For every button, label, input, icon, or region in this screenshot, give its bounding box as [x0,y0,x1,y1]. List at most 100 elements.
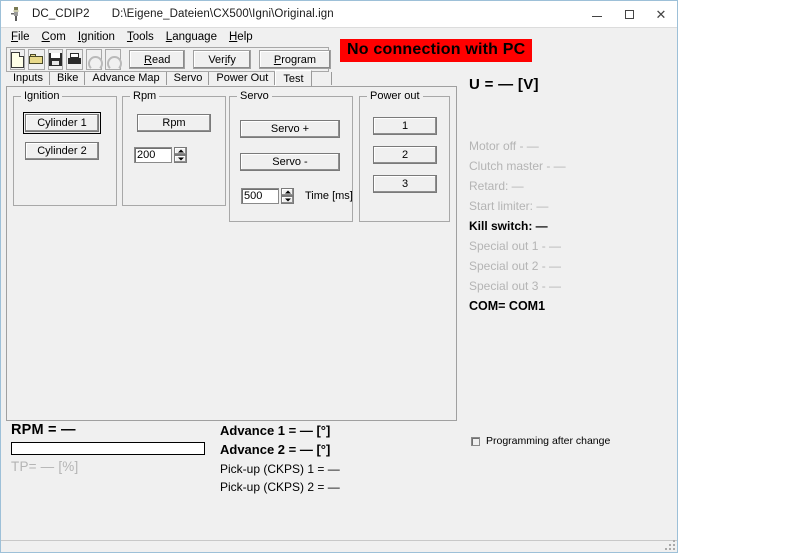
print-icon [67,53,82,66]
read-button[interactable]: Read [129,50,186,69]
menu-tools[interactable]: Tools [121,30,160,44]
status-retard: Retard: — [469,179,524,193]
close-button[interactable]: ✕ [645,1,677,27]
tab-bike[interactable]: Bike [50,71,86,86]
open-folder-icon [29,54,44,65]
rpm-progress-bar [11,442,205,455]
power-out-1-button[interactable]: 1 [373,117,437,135]
open-file-button[interactable] [28,49,45,70]
status-special-out-2: Special out 2 - — [469,259,562,273]
pickup-2-readout: Pick-up (CKPS) 2 = — [220,480,340,494]
minimize-icon [592,16,602,17]
minimize-button[interactable] [581,1,613,27]
rpm-group-title: Rpm [130,90,160,102]
save-file-button[interactable] [48,49,63,70]
tab-inputs[interactable]: Inputs [6,71,50,86]
status-special-out-1: Special out 1 - — [469,239,562,253]
pickup-1-readout: Pick-up (CKPS) 1 = — [220,462,340,476]
advance-1-readout: Advance 1 = — [°] [220,423,331,438]
tab-servo[interactable]: Servo [167,71,210,86]
programming-after-change-checkbox[interactable]: Programming after change [471,435,610,447]
undo-icon [87,54,103,71]
rpm-readout-label: RPM = — [11,422,76,438]
status-kill-switch: Kill switch: — [469,219,548,233]
chevron-down-icon [284,198,291,202]
window-file-path: D:\Eigene_Dateien\CX500\Igni\Original.ig… [111,8,334,20]
menu-file[interactable]: File [5,30,36,44]
ignition-group: Ignition Cylinder 1 Cylinder 2 [13,90,117,206]
servo-time-spinner-buttons[interactable] [281,188,294,204]
status-column: U = — [V] Motor off - — Clutch master - … [469,76,669,313]
rpm-spinner-buttons[interactable] [174,147,187,163]
rpm-spinner-down[interactable] [174,155,187,163]
new-file-button[interactable] [10,49,25,70]
servo-time-spinner-up[interactable] [281,188,294,196]
client-bottom-divider [1,540,677,541]
voltage-readout: U = — [V] [469,76,539,93]
menu-help[interactable]: Help [223,30,259,44]
tab-power-out[interactable]: Power Out [209,71,276,86]
new-file-icon [11,51,24,68]
redo-button [105,49,121,70]
checkbox-label: Programming after change [486,435,611,447]
servo-time-stepper[interactable]: 500 [241,188,297,204]
status-com-port: COM= COM1 [469,299,546,313]
servo-time-label: Time [ms] [305,190,353,202]
maximize-button[interactable] [613,1,645,27]
title-bar: DC_CDIP2 D:\Eigene_Dateien\CX500\Igni\Or… [1,1,677,28]
status-spacer [469,93,669,133]
chevron-up-icon [284,190,291,194]
tab-test[interactable]: Test [275,70,312,86]
tp-readout-label: TP= — [%] [11,459,79,474]
cylinder-2-button[interactable]: Cylinder 2 [25,142,99,160]
servo-plus-button[interactable]: Servo + [240,120,340,138]
power-out-group: Power out 1 2 3 [359,90,450,222]
menu-language[interactable]: Language [160,30,223,44]
menu-bar: File Com Ignition Tools Language Help [1,28,677,45]
rpm-stepper[interactable]: 200 [134,147,190,163]
advance-2-readout: Advance 2 = — [°] [220,442,331,457]
resize-grip[interactable] [663,538,675,550]
status-clutch-master: Clutch master - — [469,159,566,173]
servo-group-title: Servo [237,90,272,102]
ignition-group-title: Ignition [21,90,63,102]
tab-advance-map[interactable]: Advance Map [85,71,167,86]
menu-com[interactable]: Com [36,30,72,44]
application-window: DC_CDIP2 D:\Eigene_Dateien\CX500\Igni\Or… [0,0,678,553]
chevron-down-icon [177,157,184,161]
status-special-out-3: Special out 3 - — [469,279,562,293]
menu-ignition[interactable]: Ignition [72,30,121,44]
servo-group: Servo Servo + Servo - 500 Time [ms] [229,90,353,222]
verify-button[interactable]: Verify [193,50,251,69]
window-app-name: DC_CDIP2 [32,8,90,20]
bottom-readouts: RPM = — TP= — [%] Advance 1 = — [°] Adva… [1,421,677,552]
status-start-limiter: Start limiter: — [469,199,549,213]
tab-strip-filler [312,71,332,86]
program-button[interactable]: Program [258,50,332,69]
window-controls: ✕ [581,1,677,27]
undo-button [86,49,103,71]
toolbar-row: Read Verify Program [1,45,677,73]
spark-plug-icon [8,6,24,22]
print-button[interactable] [66,49,83,70]
rpm-button[interactable]: Rpm [137,114,211,132]
checkbox-box[interactable] [471,436,480,446]
power-out-3-button[interactable]: 3 [373,175,437,193]
servo-time-field[interactable]: 500 [241,188,279,204]
save-disk-icon [49,53,62,66]
test-tab-panel: Ignition Cylinder 1 Cylinder 2 Rpm Rpm 2… [6,86,457,421]
close-icon: ✕ [655,6,667,22]
power-out-group-title: Power out [367,90,423,102]
toolbar: Read Verify Program [6,47,332,72]
chevron-up-icon [177,149,184,153]
redo-icon [106,54,120,65]
connection-status-banner: No connection with PC [340,39,533,62]
servo-minus-button[interactable]: Servo - [240,153,340,171]
rpm-value-field[interactable]: 200 [134,147,172,163]
maximize-icon [624,9,634,19]
status-motor-off: Motor off - — [469,139,539,153]
servo-time-spinner-down[interactable] [281,196,294,204]
cylinder-1-button[interactable]: Cylinder 1 [23,112,101,134]
rpm-spinner-up[interactable] [174,147,187,155]
power-out-2-button[interactable]: 2 [373,146,437,164]
